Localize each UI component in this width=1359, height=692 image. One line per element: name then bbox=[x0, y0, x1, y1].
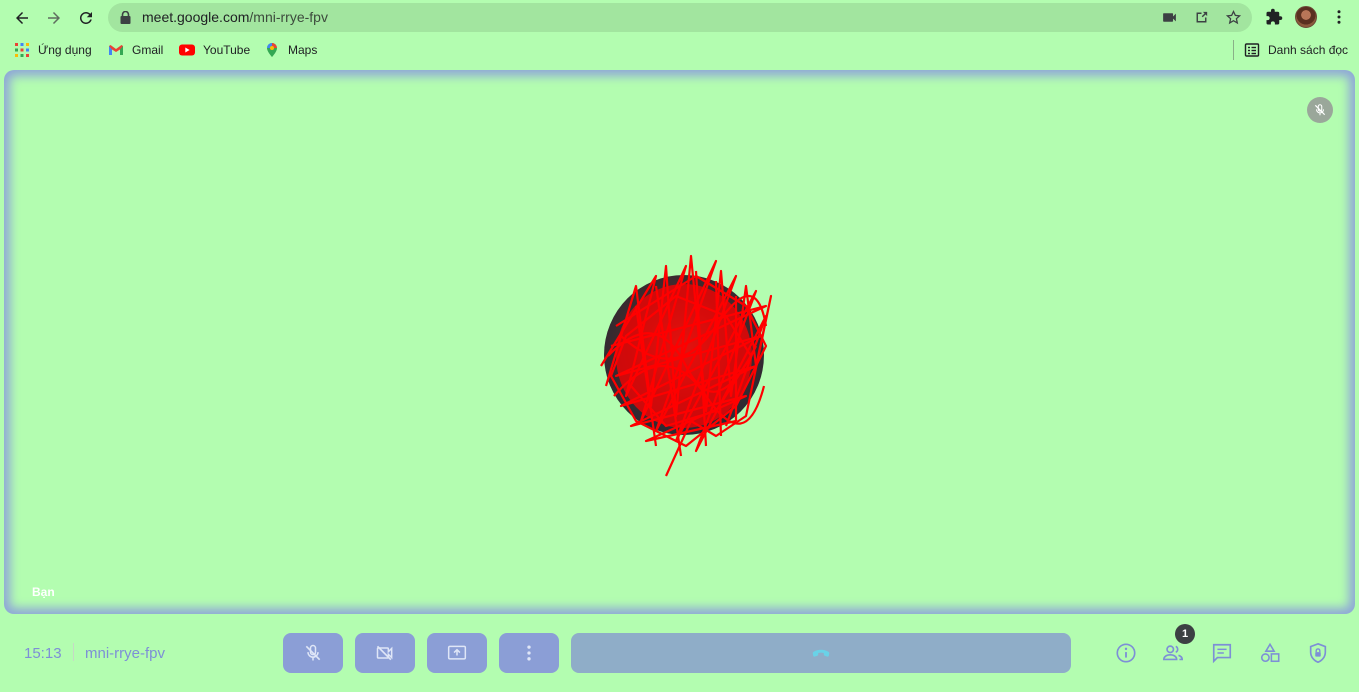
reading-list-icon bbox=[1244, 43, 1260, 57]
reading-list-label: Danh sách đọc bbox=[1268, 43, 1349, 57]
mic-off-icon bbox=[305, 644, 321, 661]
mic-off-button[interactable] bbox=[283, 633, 343, 673]
url-text: meet.google.com/mni-rrye-fpv bbox=[142, 9, 328, 25]
profile-avatar[interactable] bbox=[1295, 6, 1317, 28]
kebab-menu-icon[interactable] bbox=[1330, 8, 1348, 26]
bookmark-gmail-label: Gmail bbox=[132, 43, 164, 57]
gmail-icon bbox=[109, 45, 123, 55]
back-button[interactable] bbox=[9, 5, 35, 31]
clock-separator bbox=[73, 643, 74, 661]
camera-off-button[interactable] bbox=[355, 633, 415, 673]
meeting-details-button[interactable] bbox=[1114, 641, 1138, 665]
present-screen-icon bbox=[447, 645, 467, 660]
address-bar[interactable]: meet.google.com/mni-rrye-fpv bbox=[108, 3, 1252, 32]
back-arrow-icon bbox=[16, 12, 28, 24]
chat-button[interactable] bbox=[1210, 641, 1234, 665]
youtube-icon bbox=[179, 44, 195, 56]
forward-button[interactable] bbox=[41, 5, 67, 31]
leave-call-button[interactable] bbox=[571, 633, 1071, 673]
url-host: meet.google.com bbox=[142, 9, 250, 25]
red-fill-scribble bbox=[616, 284, 752, 428]
shapes-icon bbox=[1260, 642, 1280, 663]
present-screen-button[interactable] bbox=[427, 633, 487, 673]
participants-count-badge: 1 bbox=[1175, 624, 1195, 644]
bookmark-maps[interactable]: Maps bbox=[264, 41, 317, 59]
meet-control-bar: 15:13 mni-rrye-fpv bbox=[0, 614, 1359, 692]
bookmarks-divider bbox=[1233, 40, 1234, 60]
self-name-label: Bạn bbox=[32, 585, 55, 599]
bookmark-maps-label: Maps bbox=[288, 43, 318, 57]
mic-off-icon bbox=[1314, 104, 1326, 116]
forward-arrow-icon bbox=[48, 12, 60, 24]
host-controls-button[interactable] bbox=[1306, 641, 1330, 665]
bookmark-apps[interactable]: Ứng dụng bbox=[14, 41, 92, 59]
lock-icon bbox=[120, 11, 131, 24]
browser-toolbar: meet.google.com/mni-rrye-fpv bbox=[0, 0, 1359, 36]
tile-mic-off-indicator bbox=[1307, 97, 1333, 123]
more-options-button[interactable] bbox=[499, 633, 559, 673]
maps-pin-icon bbox=[267, 43, 277, 57]
extensions-icon[interactable] bbox=[1265, 8, 1283, 26]
url-path: /mni-rrye-fpv bbox=[249, 9, 328, 25]
bookmark-youtube[interactable]: YouTube bbox=[179, 41, 250, 59]
meet-stage: Bạn bbox=[0, 66, 1359, 614]
meeting-clock: 15:13 bbox=[24, 645, 62, 662]
chat-icon bbox=[1212, 643, 1232, 664]
reading-list[interactable]: Danh sách đọc bbox=[1244, 41, 1348, 59]
share-icon[interactable] bbox=[1193, 9, 1210, 26]
bookmark-youtube-label: YouTube bbox=[203, 43, 251, 57]
bookmark-apps-label: Ứng dụng bbox=[38, 43, 92, 57]
camera-icon[interactable] bbox=[1161, 9, 1178, 26]
hang-up-phone-icon bbox=[812, 649, 830, 657]
info-icon bbox=[1116, 643, 1136, 663]
self-avatar-scribbled bbox=[600, 254, 773, 477]
self-video-tile: Bạn bbox=[4, 70, 1355, 614]
people-icon bbox=[1163, 645, 1183, 661]
star-icon[interactable] bbox=[1225, 9, 1242, 26]
meeting-code: mni-rrye-fpv bbox=[85, 645, 166, 662]
reload-button[interactable] bbox=[73, 5, 99, 31]
shield-lock-icon bbox=[1309, 642, 1327, 664]
vertical-dots-icon bbox=[527, 645, 531, 661]
bookmark-gmail[interactable]: Gmail bbox=[108, 41, 163, 59]
bookmarks-bar: Ứng dụng Gmail YouTube Maps Danh sách đọ… bbox=[0, 36, 1359, 64]
reload-icon bbox=[79, 11, 92, 24]
camera-off-icon bbox=[376, 645, 393, 661]
activities-button[interactable] bbox=[1258, 641, 1282, 665]
apps-grid-icon bbox=[15, 43, 29, 57]
people-button[interactable] bbox=[1161, 641, 1185, 665]
